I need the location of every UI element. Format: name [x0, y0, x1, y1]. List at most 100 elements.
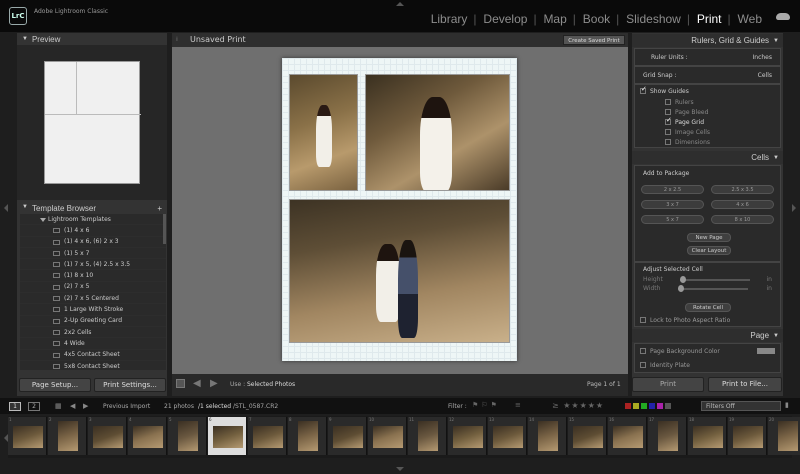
filters-off-select[interactable]: Filters Off	[701, 401, 781, 411]
filmstrip-thumbnail[interactable]: 2	[48, 417, 87, 455]
flag-filter-icons[interactable]: ⚑⚐⚑	[472, 401, 500, 409]
view-1-button[interactable]: 1	[9, 402, 21, 411]
template-item[interactable]: (1) 7 x 5, (4) 2.5 x 3.5	[20, 259, 166, 271]
filmstrip-thumbnail[interactable]: 13	[488, 417, 527, 455]
template-item[interactable]: (1) 4 x 6	[20, 225, 166, 237]
filmstrip-thumbnail[interactable]: 15	[568, 417, 607, 455]
filmstrip-thumbnail[interactable]: 5	[168, 417, 207, 455]
module-slideshow[interactable]: Slideshow	[616, 12, 689, 26]
filmstrip-thumbnail[interactable]: 18	[688, 417, 727, 455]
ruler-units-select[interactable]: Inches	[753, 54, 773, 61]
yellow-label-icon[interactable]	[633, 403, 639, 409]
module-map[interactable]: Map	[533, 12, 574, 26]
filmstrip-thumbnail[interactable]: 3	[88, 417, 127, 455]
filmstrip-thumbnail[interactable]: 4	[128, 417, 167, 455]
template-item[interactable]: 4 Wide	[20, 338, 166, 350]
module-print[interactable]: Print	[687, 12, 730, 26]
purple-label-icon[interactable]	[657, 403, 663, 409]
new-page-button[interactable]: New Page	[687, 233, 731, 242]
filmstrip-thumbnail[interactable]: 19	[728, 417, 767, 455]
guide-option[interactable]: Dimensions	[635, 137, 780, 147]
module-library[interactable]: Library	[423, 12, 476, 26]
color-label-filter[interactable]	[625, 403, 671, 409]
template-item[interactable]: 2x2 Cells	[20, 327, 166, 339]
module-book[interactable]: Book	[573, 12, 618, 26]
filmstrip-thumbnail[interactable]: 1	[8, 417, 47, 455]
photo-cell-1[interactable]	[289, 74, 358, 191]
green-label-icon[interactable]	[641, 403, 647, 409]
nav-left-arrow-icon[interactable]: ◀	[193, 378, 201, 389]
guide-checkbox[interactable]	[665, 99, 671, 105]
cell-size-button[interactable]: 2.5 x 3.5	[711, 185, 774, 194]
use-select[interactable]: Selected Photos	[247, 381, 295, 388]
show-guides-checkbox[interactable]	[640, 85, 647, 94]
guide-checkbox[interactable]	[665, 109, 671, 115]
cell-size-button[interactable]: 3 x 7	[641, 200, 704, 209]
template-scrollbar[interactable]	[163, 214, 166, 244]
template-item[interactable]: 4x5 Contact Sheet	[20, 350, 166, 361]
filmstrip-thumbnail[interactable]: 17	[648, 417, 687, 455]
grid-snap-select[interactable]: Cells	[758, 72, 772, 79]
lock-aspect-checkbox[interactable]	[640, 317, 646, 323]
templates-folder[interactable]: Lightroom Templates	[20, 214, 166, 226]
print-button[interactable]: Print	[632, 377, 704, 392]
template-item[interactable]: 2-Up Greeting Card	[20, 316, 166, 327]
page-setup-button[interactable]: Page Setup...	[19, 378, 91, 392]
filmstrip-thumbnail[interactable]: 9	[328, 417, 367, 455]
preview-header[interactable]: ▼ Preview	[17, 33, 167, 45]
template-browser-header[interactable]: ▼ Template Browser +	[17, 202, 167, 214]
rating-stars-icon[interactable]: ≥ ★★★★★	[552, 401, 604, 410]
forward-arrow-icon[interactable]: ▶	[83, 402, 88, 410]
collapse-top-arrow-icon[interactable]	[396, 2, 404, 6]
nav-right-arrow-icon[interactable]: ▶	[210, 378, 218, 389]
source-label[interactable]: Previous Import	[103, 403, 150, 410]
module-develop[interactable]: Develop	[473, 12, 535, 26]
red-label-icon[interactable]	[625, 403, 631, 409]
stop-icon[interactable]	[176, 379, 185, 388]
color-swatch[interactable]	[757, 348, 775, 354]
blue-label-icon[interactable]	[649, 403, 655, 409]
filmstrip-thumbnail[interactable]: 20	[768, 417, 800, 455]
guide-checkbox[interactable]	[665, 139, 671, 145]
filmstrip-thumbnail[interactable]: 8	[288, 417, 327, 455]
template-item[interactable]: (2) 7 x 5	[20, 282, 166, 294]
rulers-header[interactable]: Rulers, Grid & Guides ▼	[632, 34, 783, 47]
gray-label-icon[interactable]	[665, 403, 671, 409]
cell-size-button[interactable]: 5 x 7	[641, 215, 704, 224]
cell-size-button[interactable]: 4 x 6	[711, 200, 774, 209]
page-bg-checkbox[interactable]	[640, 348, 646, 354]
filmstrip-thumbnail[interactable]: 7	[248, 417, 287, 455]
grid-view-icon[interactable]: ▦	[55, 402, 62, 410]
width-slider[interactable]	[678, 284, 749, 292]
guide-checkbox[interactable]	[665, 129, 671, 135]
page-header[interactable]: Page ▼	[632, 329, 783, 342]
collapse-bottom-arrow-icon[interactable]	[396, 467, 404, 471]
cell-size-button[interactable]: 8 x 10	[711, 215, 774, 224]
filmstrip-thumbnail[interactable]: 14	[528, 417, 567, 455]
template-item[interactable]: (1) 4 x 6, (6) 2 x 3	[20, 237, 166, 248]
template-item[interactable]: 1 Large With Stroke	[20, 304, 166, 316]
filmstrip-thumbnail[interactable]: 16	[608, 417, 647, 455]
print-settings-button[interactable]: Print Settings...	[94, 378, 166, 392]
sort-icon[interactable]: ≡	[515, 401, 521, 409]
guide-option[interactable]: Image Cells	[635, 127, 780, 137]
guide-option[interactable]: Page Bleed	[635, 107, 780, 117]
rotate-cell-button[interactable]: Rotate Cell	[685, 303, 731, 312]
module-web[interactable]: Web	[728, 12, 770, 26]
collapse-right-arrow-icon[interactable]	[792, 204, 796, 212]
filmstrip-thumbnail[interactable]: 10	[368, 417, 407, 455]
photo-cell-3[interactable]	[289, 199, 510, 343]
add-template-button[interactable]: +	[157, 204, 162, 213]
cells-header[interactable]: Cells ▼	[632, 151, 783, 164]
collapse-left-arrow-icon[interactable]	[4, 204, 8, 212]
photo-cell-2[interactable]	[365, 74, 510, 191]
cloud-icon[interactable]	[776, 13, 790, 20]
height-slider[interactable]	[679, 275, 750, 283]
identity-plate-checkbox[interactable]	[640, 362, 646, 368]
lock-icon[interactable]: ▮	[785, 401, 789, 409]
filmstrip-thumbnail[interactable]: 12	[448, 417, 487, 455]
clear-layout-button[interactable]: Clear Layout	[687, 246, 731, 255]
filmstrip-thumbnail[interactable]: 11	[408, 417, 447, 455]
template-item[interactable]: (1) 8 x 10	[20, 270, 166, 282]
print-to-file-button[interactable]: Print to File...	[708, 377, 782, 392]
